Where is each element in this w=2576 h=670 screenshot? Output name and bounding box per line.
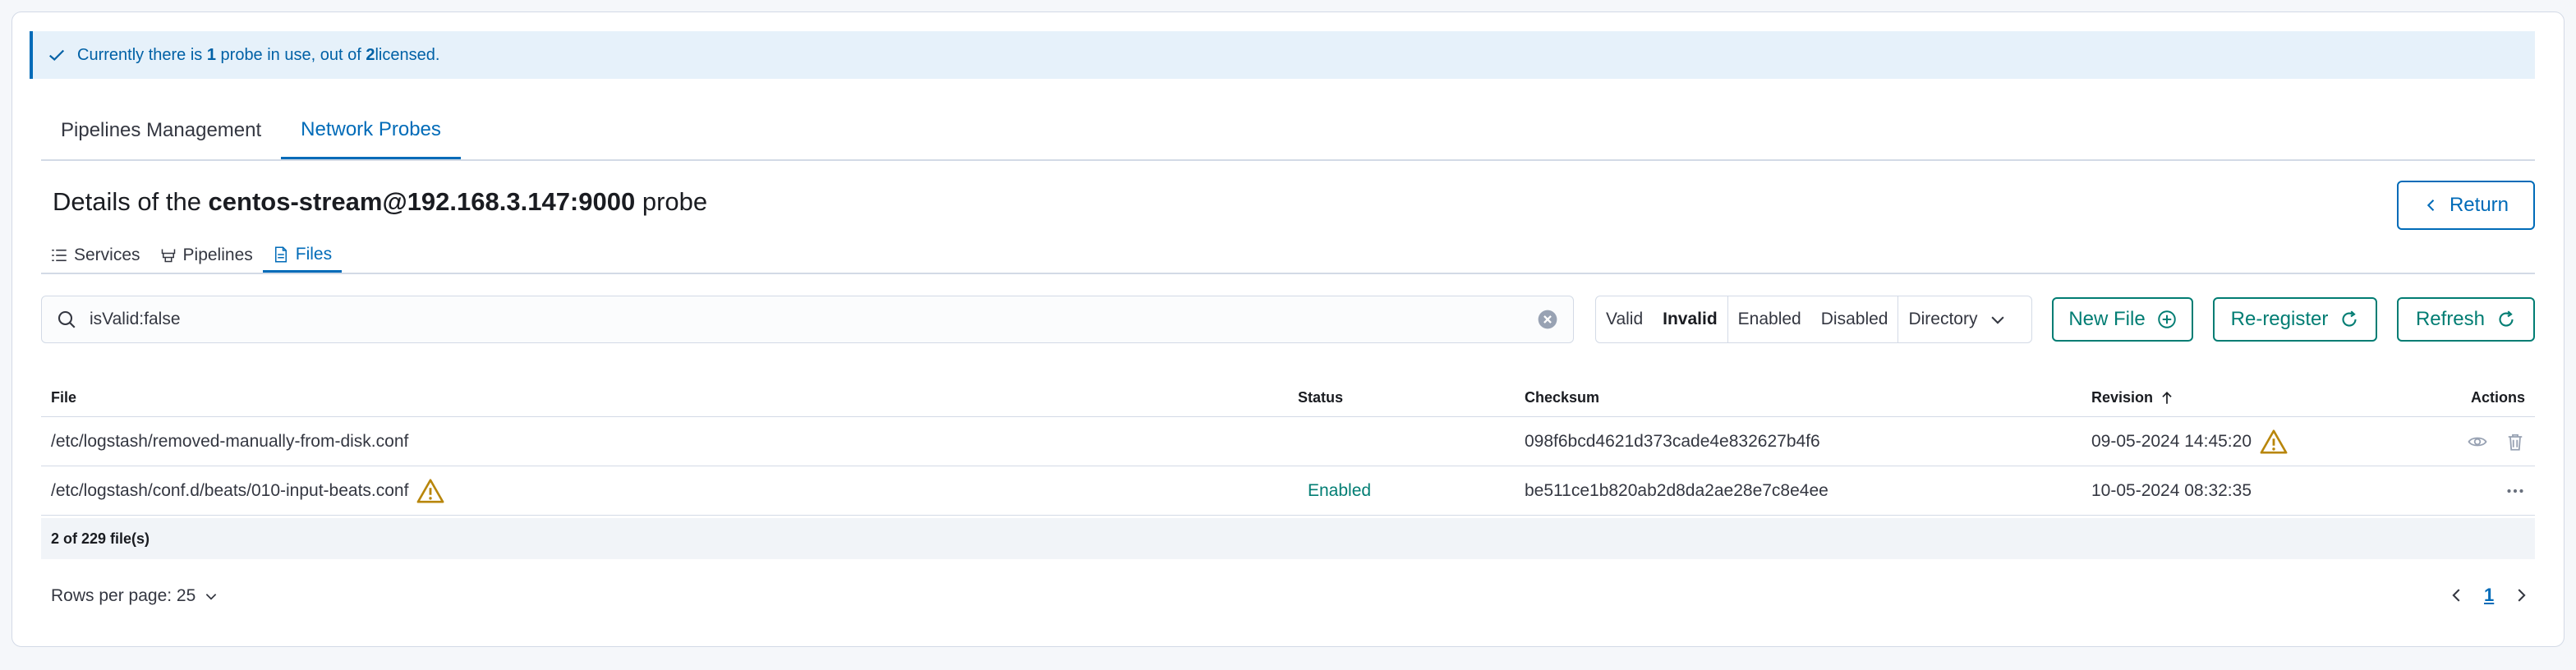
header-actions: Actions — [2470, 389, 2525, 406]
page-title: Details of the centos-stream@192.168.3.1… — [53, 187, 707, 217]
return-label: Return — [2449, 194, 2509, 216]
header-file[interactable]: File — [51, 379, 76, 416]
trash-icon[interactable] — [2505, 432, 2525, 452]
filter-group: Valid Invalid Enabled Disabled Directory — [1595, 296, 2032, 343]
reregister-button[interactable]: Re-register — [2213, 297, 2377, 342]
document-icon — [274, 246, 287, 262]
search-bar — [41, 296, 1574, 343]
table-row: /etc/logstash/removed-manually-from-disk… — [41, 417, 2535, 466]
table-row: /etc/logstash/conf.d/beats/010-input-bea… — [41, 466, 2535, 516]
plus-circle-icon — [2157, 310, 2176, 328]
file-path: /etc/logstash/removed-manually-from-disk… — [51, 431, 409, 451]
rows-per-page-label: Rows per page: 25 — [51, 586, 196, 605]
subtab-files[interactable]: Files — [262, 238, 343, 273]
sort-ascending-icon — [2162, 391, 2172, 404]
search-icon — [58, 310, 76, 328]
title-prefix: Details of the — [53, 187, 209, 216]
chevron-left-icon[interactable] — [2448, 586, 2466, 604]
callout-suffix: licensed. — [375, 45, 440, 64]
callout-middle: probe in use, out of — [220, 45, 361, 64]
reregister-label: Re-register — [2230, 308, 2329, 330]
header-revision-label: Revision — [2091, 389, 2154, 406]
warning-icon — [2260, 429, 2288, 454]
tab-network-probes[interactable]: Network Probes — [281, 102, 461, 159]
license-callout: Currently there is 1 probe in use, out o… — [30, 31, 2535, 79]
search-input[interactable] — [88, 309, 1537, 330]
file-status: Enabled — [1308, 480, 1372, 500]
warning-icon — [417, 478, 444, 503]
title-suffix: probe — [635, 187, 708, 216]
callout-prefix: Currently there is — [77, 45, 203, 64]
subtab-files-label: Files — [295, 244, 333, 264]
chevron-right-icon[interactable] — [2512, 586, 2530, 604]
page-number[interactable]: 1 — [2484, 585, 2494, 606]
list-icon — [52, 249, 67, 262]
file-checksum: be511ce1b820ab2d8da2ae28e7c8e4ee — [1525, 480, 1828, 500]
check-icon — [49, 49, 65, 62]
filter-directory-label: Directory — [1908, 310, 1978, 328]
file-path-cell: /etc/logstash/conf.d/beats/010-input-bea… — [51, 466, 444, 515]
clear-icon[interactable] — [1537, 309, 1558, 330]
probe-name: centos-stream@192.168.3.147:9000 — [208, 187, 636, 216]
tab-pipelines-management[interactable]: Pipelines Management — [41, 102, 281, 159]
refresh-icon — [2499, 310, 2514, 327]
detail-subtabs: Services Pipelines Files — [41, 238, 2535, 274]
subtab-pipelines-label: Pipelines — [182, 246, 253, 264]
table-header: File Status Checksum Revision Actions — [41, 379, 2535, 417]
new-file-label: New File — [2068, 308, 2146, 330]
header-checksum[interactable]: Checksum — [1525, 379, 1599, 416]
chevron-down-icon — [206, 594, 217, 600]
new-file-button[interactable]: New File — [2052, 297, 2193, 342]
main-tabs: Pipelines Management Network Probes — [41, 102, 2535, 161]
filter-directory[interactable]: Directory — [1898, 296, 2017, 342]
callout-count: 1 — [206, 45, 216, 64]
subtab-services[interactable]: Services — [41, 238, 150, 273]
file-checksum: 098f6bcd4621d373cade4e832627b4f6 — [1525, 431, 1820, 451]
refresh-icon — [2342, 310, 2357, 327]
return-button[interactable]: Return — [2397, 181, 2535, 230]
file-path: /etc/logstash/conf.d/beats/010-input-bea… — [51, 480, 409, 500]
subtab-services-label: Services — [74, 246, 140, 264]
refresh-button[interactable]: Refresh — [2397, 297, 2535, 342]
callout-total: 2 — [366, 45, 375, 64]
eye-icon[interactable] — [2468, 432, 2487, 452]
chevron-down-icon — [1991, 316, 2005, 324]
pagination: 1 — [2448, 585, 2530, 606]
refresh-label: Refresh — [2415, 308, 2486, 330]
chevron-left-icon — [2426, 200, 2435, 211]
file-count: 2 of 229 file(s) — [41, 518, 2535, 559]
filter-enabled[interactable]: Enabled — [1727, 296, 1811, 342]
header-revision[interactable]: Revision — [2091, 379, 2174, 416]
file-revision: 09-05-2024 14:45:20 — [2091, 417, 2288, 466]
row-actions — [2468, 417, 2525, 466]
file-revision: 10-05-2024 08:32:35 — [2091, 480, 2252, 500]
filter-disabled[interactable]: Disabled — [1811, 296, 1898, 342]
pipeline-icon — [161, 249, 175, 263]
file-revision-date: 09-05-2024 14:45:20 — [2091, 431, 2252, 451]
row-actions — [2505, 466, 2525, 515]
filter-invalid[interactable]: Invalid — [1653, 296, 1727, 342]
rows-per-page-select[interactable]: Rows per page: 25 — [51, 586, 218, 606]
more-horizontal-icon[interactable] — [2505, 481, 2525, 501]
subtab-pipelines[interactable]: Pipelines — [150, 238, 263, 273]
filter-valid[interactable]: Valid — [1596, 296, 1653, 342]
header-status[interactable]: Status — [1298, 379, 1343, 416]
